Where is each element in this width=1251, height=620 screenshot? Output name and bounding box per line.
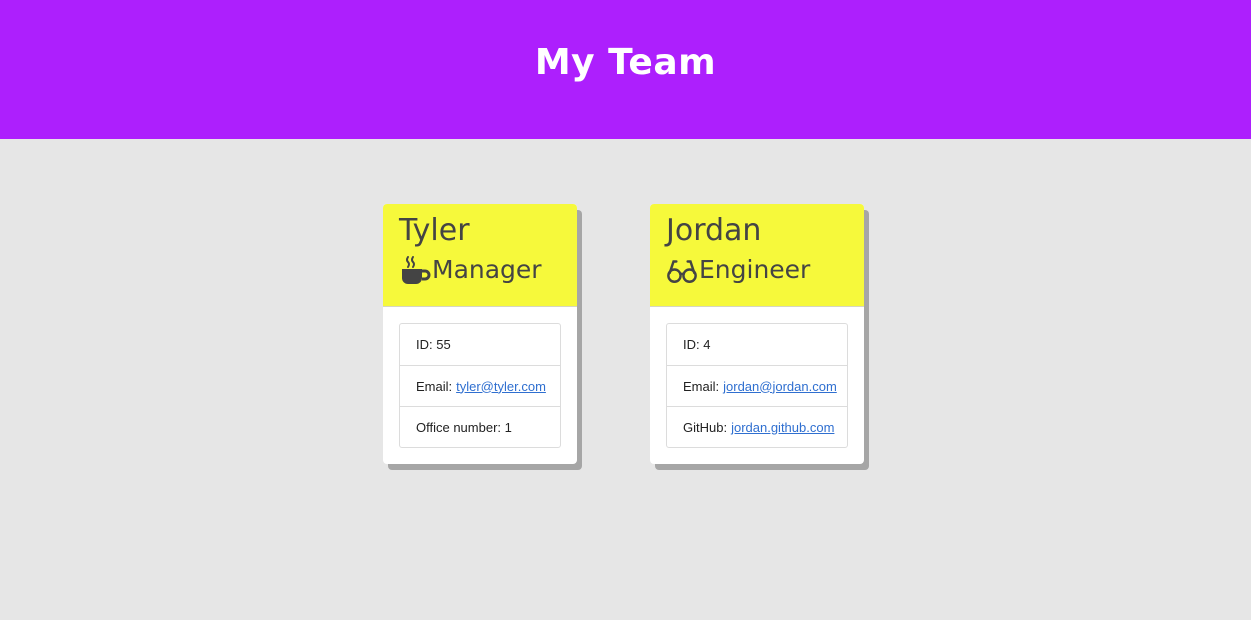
info-list: ID: 4 Email: jordan@jordan.com GitHub: j… — [666, 323, 848, 448]
card-header: Jordan Engineer — [650, 204, 864, 307]
github-label: GitHub: — [683, 419, 728, 435]
office-number-label: Office number: — [416, 419, 502, 435]
employee-role: Engineer — [666, 255, 864, 285]
id-item: ID: 4 — [667, 324, 847, 365]
id-item: ID: 55 — [400, 324, 560, 365]
card-body: ID: 4 Email: jordan@jordan.com GitHub: j… — [650, 307, 864, 464]
email-link[interactable]: jordan@jordan.com — [723, 379, 837, 394]
role-label: Manager — [432, 255, 542, 284]
office-number-item: Office number: 1 — [400, 406, 560, 447]
github-item: GitHub: jordan.github.com — [667, 406, 847, 447]
employee-role: Manager — [399, 255, 577, 285]
office-number-value: 1 — [504, 419, 512, 435]
email-label: Email: — [416, 378, 453, 394]
github-link[interactable]: jordan.github.com — [731, 420, 834, 435]
employee-name: Tyler — [399, 213, 470, 248]
card-body: ID: 55 Email: tyler@tyler.com Office num… — [383, 307, 577, 464]
role-label: Engineer — [699, 255, 811, 284]
employee-name: Jordan — [666, 213, 762, 248]
employee-card-engineer: Jordan Engineer ID: 4 Email: jordan@jord… — [650, 204, 864, 464]
glasses-icon — [666, 255, 698, 285]
card-header: Tyler Manager — [383, 204, 577, 307]
employee-card-manager: Tyler Manager ID: 55 Email: tyler@tyler.… — [383, 204, 577, 464]
page-title: My Team — [534, 42, 717, 83]
email-item: Email: tyler@tyler.com — [400, 365, 560, 406]
info-list: ID: 55 Email: tyler@tyler.com Office num… — [399, 323, 561, 448]
email-item: Email: jordan@jordan.com — [667, 365, 847, 406]
page-header: My Team — [0, 0, 1251, 139]
coffee-mug-icon — [399, 255, 431, 285]
id-text: ID: 4 — [683, 337, 711, 352]
email-link[interactable]: tyler@tyler.com — [456, 379, 546, 394]
email-label: Email: — [683, 378, 720, 394]
id-text: ID: 55 — [416, 337, 451, 352]
